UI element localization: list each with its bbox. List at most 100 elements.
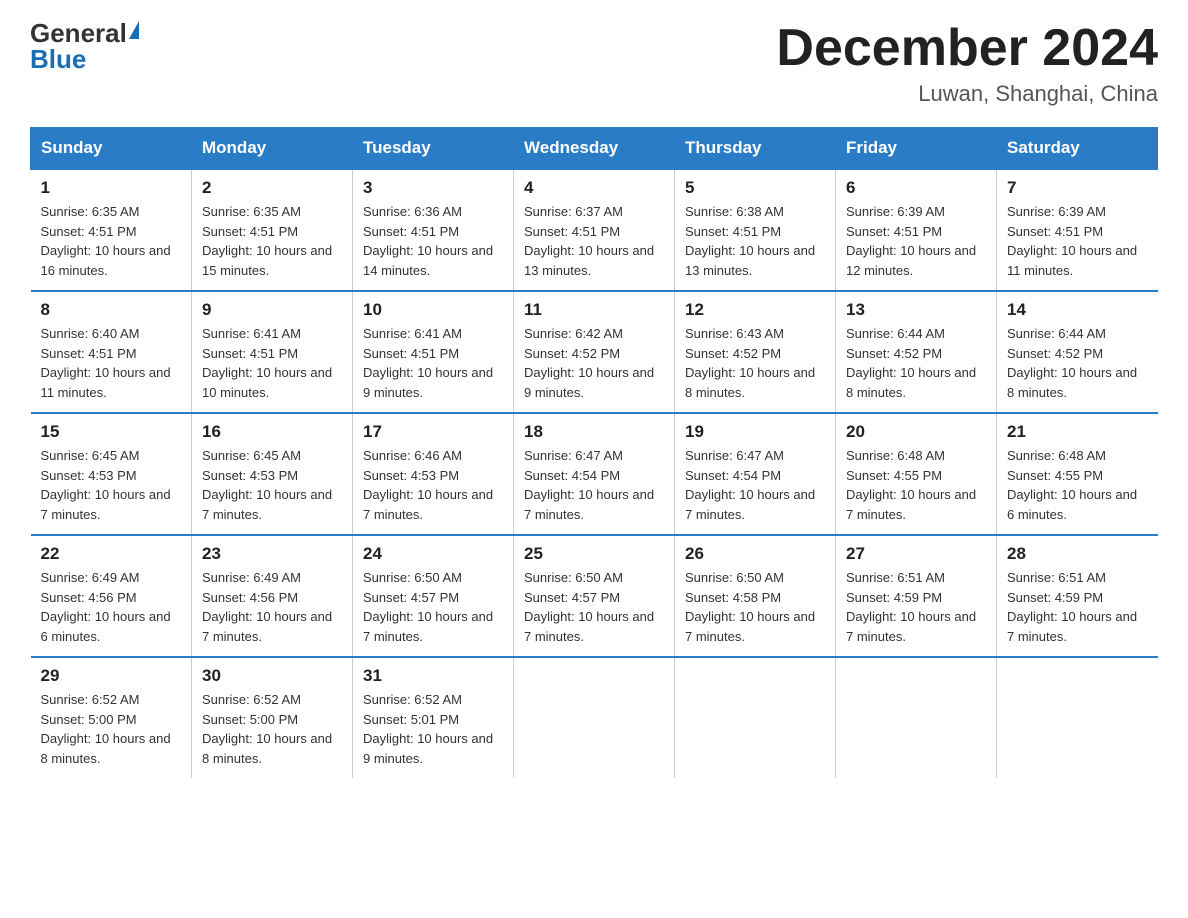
day-number: 17 [363,422,503,442]
calendar-day-cell [997,657,1158,778]
logo-triangle-icon [129,21,139,39]
day-info: Sunrise: 6:51 AMSunset: 4:59 PMDaylight:… [1007,568,1148,646]
calendar-day-cell: 1 Sunrise: 6:35 AMSunset: 4:51 PMDayligh… [31,169,192,291]
day-info: Sunrise: 6:43 AMSunset: 4:52 PMDaylight:… [685,324,825,402]
calendar-day-cell: 26 Sunrise: 6:50 AMSunset: 4:58 PMDaylig… [675,535,836,657]
calendar-day-cell: 23 Sunrise: 6:49 AMSunset: 4:56 PMDaylig… [192,535,353,657]
day-number: 20 [846,422,986,442]
day-info: Sunrise: 6:39 AMSunset: 4:51 PMDaylight:… [1007,202,1148,280]
weekday-header-friday: Friday [836,128,997,170]
location-title: Luwan, Shanghai, China [776,81,1158,107]
calendar-day-cell: 15 Sunrise: 6:45 AMSunset: 4:53 PMDaylig… [31,413,192,535]
day-info: Sunrise: 6:47 AMSunset: 4:54 PMDaylight:… [685,446,825,524]
calendar-day-cell [514,657,675,778]
day-number: 5 [685,178,825,198]
month-title: December 2024 [776,20,1158,77]
day-number: 28 [1007,544,1148,564]
day-number: 4 [524,178,664,198]
calendar-day-cell: 2 Sunrise: 6:35 AMSunset: 4:51 PMDayligh… [192,169,353,291]
calendar-day-cell: 22 Sunrise: 6:49 AMSunset: 4:56 PMDaylig… [31,535,192,657]
day-number: 19 [685,422,825,442]
day-number: 6 [846,178,986,198]
calendar-day-cell: 24 Sunrise: 6:50 AMSunset: 4:57 PMDaylig… [353,535,514,657]
day-number: 7 [1007,178,1148,198]
day-info: Sunrise: 6:52 AMSunset: 5:00 PMDaylight:… [41,690,182,768]
calendar-day-cell: 10 Sunrise: 6:41 AMSunset: 4:51 PMDaylig… [353,291,514,413]
day-number: 18 [524,422,664,442]
calendar-week-row: 29 Sunrise: 6:52 AMSunset: 5:00 PMDaylig… [31,657,1158,778]
day-info: Sunrise: 6:41 AMSunset: 4:51 PMDaylight:… [202,324,342,402]
day-info: Sunrise: 6:39 AMSunset: 4:51 PMDaylight:… [846,202,986,280]
day-number: 15 [41,422,182,442]
weekday-header-row: SundayMondayTuesdayWednesdayThursdayFrid… [31,128,1158,170]
day-info: Sunrise: 6:49 AMSunset: 4:56 PMDaylight:… [202,568,342,646]
day-number: 14 [1007,300,1148,320]
day-info: Sunrise: 6:50 AMSunset: 4:58 PMDaylight:… [685,568,825,646]
day-number: 21 [1007,422,1148,442]
page-header: General Blue December 2024 Luwan, Shangh… [30,20,1158,107]
logo: General Blue [30,20,139,72]
calendar-day-cell: 29 Sunrise: 6:52 AMSunset: 5:00 PMDaylig… [31,657,192,778]
day-info: Sunrise: 6:48 AMSunset: 4:55 PMDaylight:… [1007,446,1148,524]
day-info: Sunrise: 6:52 AMSunset: 5:00 PMDaylight:… [202,690,342,768]
day-number: 29 [41,666,182,686]
day-info: Sunrise: 6:51 AMSunset: 4:59 PMDaylight:… [846,568,986,646]
calendar-day-cell: 13 Sunrise: 6:44 AMSunset: 4:52 PMDaylig… [836,291,997,413]
weekday-header-sunday: Sunday [31,128,192,170]
logo-blue-text: Blue [30,46,86,72]
calendar-day-cell: 18 Sunrise: 6:47 AMSunset: 4:54 PMDaylig… [514,413,675,535]
calendar-day-cell: 12 Sunrise: 6:43 AMSunset: 4:52 PMDaylig… [675,291,836,413]
day-info: Sunrise: 6:36 AMSunset: 4:51 PMDaylight:… [363,202,503,280]
day-number: 30 [202,666,342,686]
calendar-week-row: 1 Sunrise: 6:35 AMSunset: 4:51 PMDayligh… [31,169,1158,291]
calendar-day-cell: 6 Sunrise: 6:39 AMSunset: 4:51 PMDayligh… [836,169,997,291]
day-info: Sunrise: 6:47 AMSunset: 4:54 PMDaylight:… [524,446,664,524]
day-info: Sunrise: 6:50 AMSunset: 4:57 PMDaylight:… [363,568,503,646]
calendar-day-cell: 31 Sunrise: 6:52 AMSunset: 5:01 PMDaylig… [353,657,514,778]
day-number: 2 [202,178,342,198]
day-number: 16 [202,422,342,442]
day-info: Sunrise: 6:41 AMSunset: 4:51 PMDaylight:… [363,324,503,402]
calendar-day-cell: 21 Sunrise: 6:48 AMSunset: 4:55 PMDaylig… [997,413,1158,535]
day-info: Sunrise: 6:45 AMSunset: 4:53 PMDaylight:… [202,446,342,524]
day-number: 22 [41,544,182,564]
weekday-header-tuesday: Tuesday [353,128,514,170]
day-info: Sunrise: 6:37 AMSunset: 4:51 PMDaylight:… [524,202,664,280]
calendar-day-cell: 30 Sunrise: 6:52 AMSunset: 5:00 PMDaylig… [192,657,353,778]
calendar-day-cell: 3 Sunrise: 6:36 AMSunset: 4:51 PMDayligh… [353,169,514,291]
weekday-header-wednesday: Wednesday [514,128,675,170]
calendar-day-cell [675,657,836,778]
logo-general-text: General [30,20,127,46]
day-number: 3 [363,178,503,198]
day-info: Sunrise: 6:44 AMSunset: 4:52 PMDaylight:… [1007,324,1148,402]
day-info: Sunrise: 6:40 AMSunset: 4:51 PMDaylight:… [41,324,182,402]
calendar-week-row: 8 Sunrise: 6:40 AMSunset: 4:51 PMDayligh… [31,291,1158,413]
day-number: 11 [524,300,664,320]
day-number: 31 [363,666,503,686]
calendar-day-cell: 27 Sunrise: 6:51 AMSunset: 4:59 PMDaylig… [836,535,997,657]
day-info: Sunrise: 6:49 AMSunset: 4:56 PMDaylight:… [41,568,182,646]
day-number: 13 [846,300,986,320]
calendar-day-cell: 28 Sunrise: 6:51 AMSunset: 4:59 PMDaylig… [997,535,1158,657]
day-info: Sunrise: 6:50 AMSunset: 4:57 PMDaylight:… [524,568,664,646]
day-info: Sunrise: 6:52 AMSunset: 5:01 PMDaylight:… [363,690,503,768]
day-info: Sunrise: 6:46 AMSunset: 4:53 PMDaylight:… [363,446,503,524]
day-number: 9 [202,300,342,320]
calendar-day-cell: 25 Sunrise: 6:50 AMSunset: 4:57 PMDaylig… [514,535,675,657]
day-info: Sunrise: 6:42 AMSunset: 4:52 PMDaylight:… [524,324,664,402]
calendar-day-cell [836,657,997,778]
calendar-day-cell: 17 Sunrise: 6:46 AMSunset: 4:53 PMDaylig… [353,413,514,535]
day-number: 8 [41,300,182,320]
day-number: 10 [363,300,503,320]
day-info: Sunrise: 6:35 AMSunset: 4:51 PMDaylight:… [202,202,342,280]
weekday-header-monday: Monday [192,128,353,170]
day-number: 26 [685,544,825,564]
day-number: 24 [363,544,503,564]
calendar-day-cell: 9 Sunrise: 6:41 AMSunset: 4:51 PMDayligh… [192,291,353,413]
weekday-header-saturday: Saturday [997,128,1158,170]
title-block: December 2024 Luwan, Shanghai, China [776,20,1158,107]
calendar-day-cell: 11 Sunrise: 6:42 AMSunset: 4:52 PMDaylig… [514,291,675,413]
day-number: 25 [524,544,664,564]
day-number: 27 [846,544,986,564]
calendar-day-cell: 19 Sunrise: 6:47 AMSunset: 4:54 PMDaylig… [675,413,836,535]
